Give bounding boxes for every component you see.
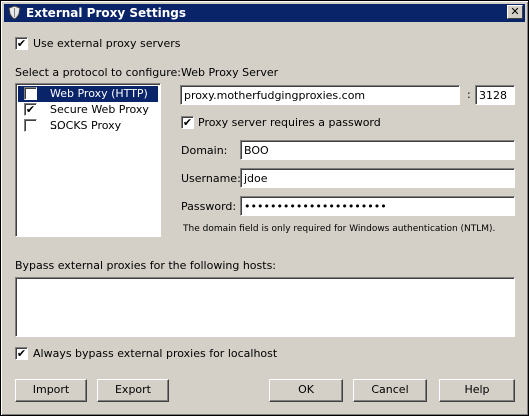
domain-label: Domain: — [181, 144, 228, 157]
protocol-item-http[interactable]: ✔ Web Proxy (HTTP) — [18, 86, 158, 102]
checkmark-icon: ✔ — [16, 37, 27, 50]
password-label: Password: — [181, 200, 237, 213]
cancel-button[interactable]: Cancel — [353, 379, 427, 402]
port-separator: : — [467, 88, 471, 101]
protocol-list[interactable]: ✔ Web Proxy (HTTP) ✔ Secure Web Proxy ..… — [15, 83, 161, 237]
use-external-label[interactable]: Use external proxy servers — [33, 37, 181, 50]
export-button[interactable]: Export — [97, 379, 169, 402]
checkmark-icon: ✔ — [25, 87, 36, 100]
username-input[interactable]: jdoe — [240, 168, 515, 188]
checkmark-icon: ✔ — [16, 347, 27, 360]
protocol-https-checkbox[interactable]: ✔ — [24, 103, 37, 116]
ok-button[interactable]: OK — [269, 379, 343, 402]
bypass-localhost-label[interactable]: Always bypass external proxies for local… — [33, 347, 277, 360]
requires-password-checkbox[interactable]: ✔ — [181, 116, 194, 129]
checkmark-icon: ✔ — [25, 103, 36, 116]
shield-icon — [8, 5, 21, 20]
protocol-item-https[interactable]: ✔ Secure Web Proxy ... — [18, 102, 158, 132]
password-input[interactable]: •••••••••••••••••••••• — [240, 196, 515, 216]
proxy-host-input[interactable]: proxy.motherfudgingproxies.com — [180, 85, 460, 105]
protocol-item-label: Web Proxy (HTTP) — [50, 87, 148, 100]
username-label: Username: — [181, 172, 241, 185]
protocol-socks-checkbox[interactable] — [24, 119, 37, 132]
checkmark-icon: ✔ — [182, 116, 193, 129]
bypass-localhost-checkbox[interactable]: ✔ — [15, 347, 28, 360]
use-external-checkbox[interactable]: ✔ — [15, 37, 28, 50]
ntlm-note: The domain field is only required for Wi… — [183, 224, 496, 234]
close-icon: ✕ — [510, 5, 520, 18]
protocol-item-socks[interactable]: SOCKS Proxy — [18, 118, 158, 134]
proxy-settings-dialog: External Proxy Settings ✕ ✔ Use external… — [0, 0, 529, 416]
protocol-http-checkbox[interactable]: ✔ — [24, 87, 37, 100]
requires-password-label[interactable]: Proxy server requires a password — [198, 116, 381, 129]
title-bar[interactable]: External Proxy Settings ✕ — [4, 4, 525, 22]
domain-input[interactable]: BOO — [240, 140, 515, 160]
window-title: External Proxy Settings — [26, 6, 187, 20]
proxy-port-input[interactable]: 3128 — [475, 85, 515, 105]
help-button[interactable]: Help — [439, 379, 515, 402]
close-button[interactable]: ✕ — [507, 5, 523, 19]
protocol-heading: Select a protocol to configure: — [15, 66, 181, 79]
import-button[interactable]: Import — [15, 379, 87, 402]
server-heading: Web Proxy Server — [181, 66, 279, 79]
bypass-heading: Bypass external proxies for the followin… — [15, 259, 277, 272]
bypass-hosts-textarea[interactable] — [15, 277, 515, 337]
protocol-item-label: SOCKS Proxy — [50, 119, 122, 132]
